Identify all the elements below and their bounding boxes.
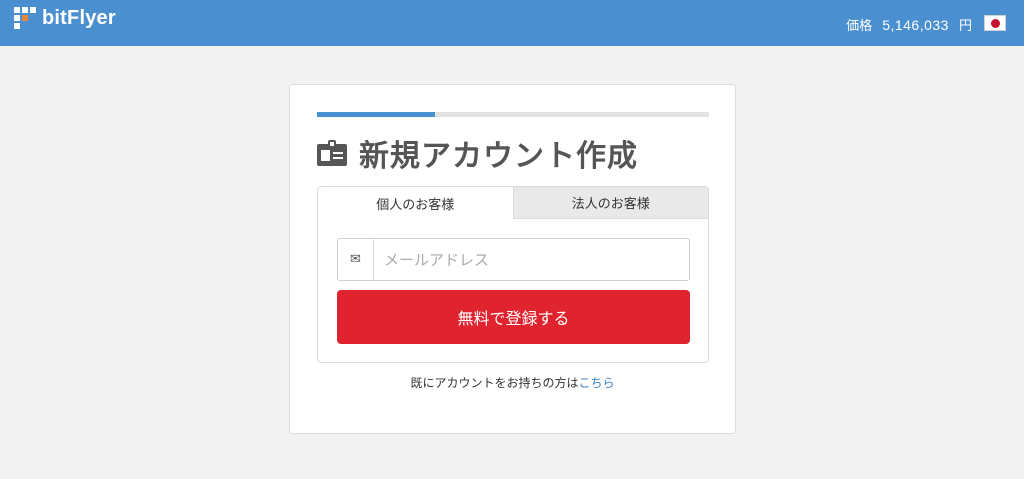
price-unit: 円: [958, 19, 972, 34]
signup-card: 新規アカウント作成 個人のお客様 法人のお客様 ✉ 無料で登録する 既にアカウン…: [289, 84, 736, 434]
email-field[interactable]: [374, 239, 689, 280]
register-free-button[interactable]: 無料で登録する: [337, 290, 690, 344]
top-navigation-bar: bitFlyer 価格 5,146,033 円: [0, 0, 1024, 46]
bitflyer-logo[interactable]: bitFlyer: [14, 7, 116, 29]
bitflyer-logo-mark-icon: [14, 7, 36, 29]
customer-type-tabs: 個人のお客様 法人のお客様: [318, 187, 708, 219]
email-input-group: ✉: [337, 238, 690, 281]
progress-fill: [317, 112, 435, 117]
price-label: 価格: [846, 19, 873, 34]
login-prompt-text: 既にアカウントをお持ちの方は: [410, 376, 579, 390]
envelope-icon: ✉: [338, 239, 374, 280]
price-display: 価格 5,146,033 円: [846, 15, 972, 35]
signup-form-panel: 個人のお客様 法人のお客様 ✉ 無料で登録する: [317, 186, 709, 363]
tab-corporate[interactable]: 法人のお客様: [512, 187, 708, 219]
tab-individual[interactable]: 個人のお客様: [318, 187, 513, 219]
page-title-row: 新規アカウント作成: [317, 131, 638, 175]
login-link[interactable]: こちら: [579, 376, 615, 390]
japan-flag-icon[interactable]: [984, 15, 1006, 31]
page-title: 新規アカウント作成: [359, 139, 638, 174]
signup-progress-bar: [317, 112, 709, 117]
id-card-icon: [317, 140, 347, 166]
brand-name: bitFlyer: [42, 6, 116, 29]
price-value: 5,146,033: [882, 16, 949, 33]
existing-account-prompt: 既にアカウントをお持ちの方はこちら: [290, 374, 735, 391]
